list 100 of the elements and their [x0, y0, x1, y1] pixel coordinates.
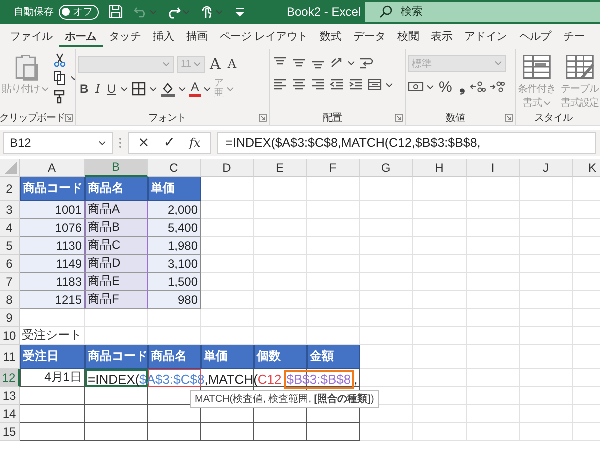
- empty-cell: [520, 327, 573, 345]
- ribbon-tab[interactable]: ホーム: [58, 26, 103, 47]
- comma-style-button[interactable]: ❟: [457, 78, 468, 96]
- decrease-decimal-icon[interactable]: [489, 79, 506, 95]
- row-header[interactable]: 4: [0, 219, 20, 237]
- ribbon-tab[interactable]: ヘルプ: [513, 26, 558, 47]
- empty-cell: [467, 237, 520, 255]
- table-cell: 商品コード: [20, 177, 85, 201]
- table-cell: 1,980: [148, 237, 201, 255]
- empty-cell: [148, 405, 201, 423]
- row-header[interactable]: 8: [0, 291, 20, 309]
- empty-cell: [307, 219, 360, 237]
- empty-cell: [360, 423, 413, 441]
- column-header[interactable]: K: [573, 159, 600, 177]
- column-header[interactable]: C: [148, 159, 201, 177]
- empty-cell: [360, 237, 413, 255]
- empty-cell: [520, 291, 573, 309]
- column-header[interactable]: J: [520, 159, 573, 177]
- table-cell: 1215: [20, 291, 85, 309]
- cancel-button[interactable]: ×: [135, 135, 153, 151]
- merge-icon[interactable]: [367, 77, 383, 93]
- empty-cell: [201, 309, 254, 327]
- name-box[interactable]: B12: [3, 132, 113, 154]
- empty-cell: [254, 309, 307, 327]
- cut-icon[interactable]: [52, 52, 68, 68]
- ribbon-tab[interactable]: ファイル: [4, 26, 59, 47]
- italic-button[interactable]: I: [94, 82, 102, 96]
- bold-button[interactable]: B: [78, 82, 91, 96]
- save-icon[interactable]: [108, 4, 124, 20]
- empty-cell: [254, 423, 307, 441]
- column-header[interactable]: A: [20, 159, 85, 177]
- ribbon-tab[interactable]: アドイン: [458, 26, 514, 47]
- row-header[interactable]: 11: [0, 345, 20, 369]
- column-header[interactable]: B: [85, 159, 148, 177]
- dialog-launcher-icon[interactable]: [395, 114, 403, 122]
- empty-cell: [254, 219, 307, 237]
- copy-icon[interactable]: [52, 70, 68, 86]
- ribbon-tab[interactable]: データ: [348, 26, 392, 47]
- table-cell: 1001: [20, 201, 85, 219]
- ribbon-tab[interactable]: チー: [557, 26, 591, 47]
- table-cell: 4月1日: [20, 369, 85, 387]
- autosave-toggle[interactable]: オフ: [59, 4, 99, 20]
- column-header[interactable]: E: [254, 159, 307, 177]
- empty-cell: [307, 291, 360, 309]
- ribbon-tab[interactable]: 挿入: [147, 26, 180, 47]
- row-header[interactable]: 6: [0, 255, 20, 273]
- percent-button[interactable]: %: [437, 78, 454, 96]
- increase-decimal-icon[interactable]: [470, 79, 486, 95]
- row-header[interactable]: 10: [0, 327, 20, 345]
- formula-field[interactable]: =INDEX($A$3:$C$8,MATCH(C12,$B$3:$B$8,: [216, 132, 596, 154]
- shrink-font-button[interactable]: A: [226, 57, 239, 71]
- empty-cell: [413, 177, 467, 201]
- column-header[interactable]: H: [413, 159, 467, 177]
- row-header[interactable]: 3: [0, 201, 20, 219]
- dialog-launcher-icon[interactable]: [505, 114, 513, 122]
- ribbon-tab[interactable]: 数式: [314, 26, 348, 47]
- empty-cell: [520, 423, 573, 441]
- empty-cell: [520, 345, 573, 369]
- row-header[interactable]: 5: [0, 237, 20, 255]
- empty-cell: [85, 309, 148, 327]
- row-header[interactable]: 12: [0, 369, 20, 387]
- row-header[interactable]: 7: [0, 273, 20, 291]
- ribbon-tab[interactable]: 表示: [425, 26, 459, 47]
- empty-cell: [360, 405, 413, 423]
- row-header[interactable]: 2: [0, 177, 20, 201]
- insert-function-button[interactable]: fx: [186, 136, 204, 150]
- empty-cell: [307, 273, 360, 291]
- search-icon: [379, 5, 393, 19]
- ribbon-tab[interactable]: タッチ: [102, 26, 148, 47]
- empty-cell: [254, 405, 307, 423]
- ribbon-tab[interactable]: 校閲: [392, 26, 426, 47]
- empty-cell: [360, 369, 413, 387]
- empty-cell: [467, 291, 520, 309]
- group-label: スタイル: [534, 112, 572, 125]
- search-field[interactable]: 検索: [365, 2, 600, 22]
- table-cell: 商品E: [85, 273, 148, 291]
- dialog-launcher-icon[interactable]: [65, 114, 73, 122]
- row-header[interactable]: 13: [0, 387, 20, 405]
- row-header[interactable]: 15: [0, 423, 20, 441]
- column-header[interactable]: G: [360, 159, 413, 177]
- font-color-button[interactable]: A: [189, 81, 202, 97]
- borders-icon[interactable]: [131, 81, 148, 97]
- empty-cell: [467, 219, 520, 237]
- ribbon-tab[interactable]: ページ レイアウト: [214, 26, 314, 47]
- enter-button[interactable]: ✓: [160, 135, 178, 151]
- empty-cell: [360, 201, 413, 219]
- empty-cell: [520, 309, 573, 327]
- fill-color-icon[interactable]: [160, 81, 176, 97]
- empty-cell: [467, 201, 520, 219]
- row-header[interactable]: 9: [0, 309, 20, 327]
- column-header[interactable]: F: [307, 159, 360, 177]
- dialog-launcher-icon[interactable]: [259, 114, 267, 122]
- row-header[interactable]: 14: [0, 405, 20, 423]
- grow-font-button[interactable]: A: [208, 55, 223, 73]
- ribbon-tab[interactable]: 描画: [180, 26, 214, 47]
- group-label: 数値: [446, 112, 465, 125]
- column-header[interactable]: I: [467, 159, 520, 177]
- underline-button[interactable]: U: [105, 82, 118, 96]
- empty-cell: [467, 327, 520, 345]
- column-header[interactable]: D: [201, 159, 254, 177]
